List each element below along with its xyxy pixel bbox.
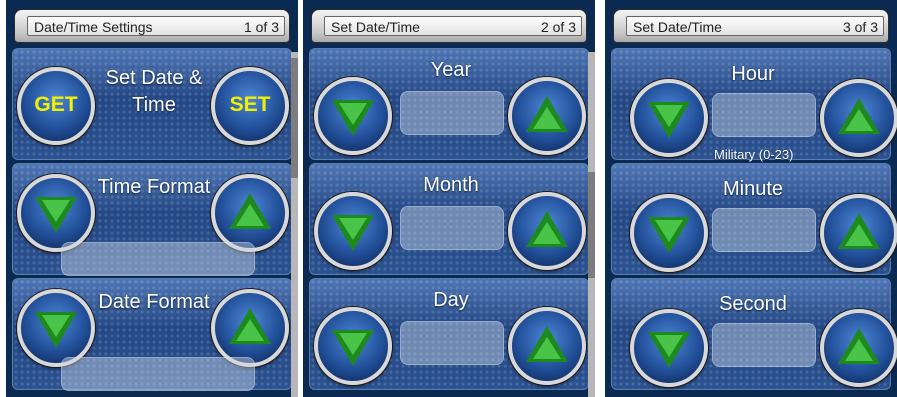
minute-increase-button[interactable]	[820, 194, 897, 272]
up-arrow-icon	[526, 211, 568, 247]
down-arrow-icon	[648, 217, 690, 253]
set-button[interactable]: SET	[211, 67, 289, 145]
panel-header: Date/Time Settings 1 of 3	[14, 9, 290, 43]
up-arrow-icon	[526, 326, 568, 362]
date-format-value-field	[61, 357, 255, 391]
year-label: Year	[430, 59, 472, 81]
down-arrow-icon	[332, 215, 374, 251]
time-format-value-field	[61, 242, 255, 276]
month-section: Month	[309, 163, 589, 275]
get-button[interactable]: GET	[17, 67, 95, 145]
panel-header-bar: Date/Time Settings 1 of 3	[27, 16, 285, 36]
hour-value-field	[712, 93, 816, 137]
scrollbar[interactable]	[588, 52, 595, 397]
down-arrow-icon	[648, 102, 690, 138]
panel-title: Set Date/Time	[633, 19, 722, 35]
scrollbar[interactable]	[291, 52, 298, 397]
second-section: Second	[611, 278, 897, 390]
panel-title: Set Date/Time	[331, 19, 420, 35]
day-increase-button[interactable]	[508, 307, 586, 385]
year-value-field	[400, 91, 504, 135]
settings-panel-3: Set Date/Time 3 of 3 Hour Military (0-23…	[605, 0, 897, 397]
year-section: Year	[309, 48, 589, 160]
get-button-label: GET	[34, 93, 78, 116]
day-decrease-button[interactable]	[314, 307, 392, 385]
page-indicator: 3 of 3	[842, 19, 878, 35]
down-arrow-icon	[332, 100, 374, 136]
up-arrow-icon	[526, 96, 568, 132]
day-section: Day	[309, 278, 589, 390]
minute-label: Minute	[722, 178, 784, 200]
second-label: Second	[719, 293, 787, 315]
hour-section: Hour Military (0-23)	[611, 48, 897, 162]
minute-decrease-button[interactable]	[630, 194, 708, 272]
scrollbar-thumb[interactable]	[588, 172, 595, 278]
year-increase-button[interactable]	[508, 77, 586, 155]
up-arrow-icon	[838, 213, 880, 249]
time-format-section: Time Format	[12, 163, 292, 276]
set-date-time-label: Set Date & Time	[105, 67, 203, 116]
time-format-label: Time Format	[97, 176, 211, 198]
panel-content: GET Set Date & Time SET Time Format Date…	[12, 48, 292, 397]
up-arrow-icon	[229, 308, 271, 344]
minute-value-field	[712, 208, 816, 252]
hour-increase-button[interactable]	[820, 79, 897, 157]
month-decrease-button[interactable]	[314, 192, 392, 270]
down-arrow-icon	[35, 312, 77, 348]
month-label: Month	[423, 174, 479, 196]
panel-header: Set Date/Time 2 of 3	[311, 9, 587, 43]
month-value-field	[400, 206, 504, 250]
second-increase-button[interactable]	[820, 309, 897, 387]
second-value-field	[712, 323, 816, 367]
panel-header: Set Date/Time 3 of 3	[613, 9, 889, 43]
page-indicator: 2 of 3	[540, 19, 576, 35]
up-arrow-icon	[838, 328, 880, 364]
set-button-label: SET	[229, 93, 271, 116]
page-indicator: 1 of 3	[243, 19, 279, 35]
up-arrow-icon	[838, 98, 880, 134]
down-arrow-icon	[35, 197, 77, 233]
panel-title: Date/Time Settings	[34, 19, 153, 35]
panel-header-bar: Set Date/Time 3 of 3	[626, 16, 884, 36]
month-increase-button[interactable]	[508, 192, 586, 270]
hour-label: Hour	[731, 63, 775, 85]
day-value-field	[400, 321, 504, 365]
up-arrow-icon	[229, 193, 271, 229]
panel-content: Hour Military (0-23) Minute Second	[611, 48, 897, 397]
date-format-section: Date Format	[12, 278, 292, 391]
down-arrow-icon	[648, 332, 690, 368]
minute-section: Minute	[611, 163, 897, 275]
settings-panel-1: Date/Time Settings 1 of 3 GET Set Date &…	[6, 0, 298, 397]
date-format-decrease-button[interactable]	[17, 289, 95, 367]
time-format-decrease-button[interactable]	[17, 174, 95, 252]
panel-content: Year Month Day	[309, 48, 589, 397]
day-label: Day	[433, 289, 469, 311]
second-decrease-button[interactable]	[630, 309, 708, 387]
date-format-label: Date Format	[98, 291, 210, 313]
set-date-time-section: GET Set Date & Time SET	[12, 48, 292, 160]
year-decrease-button[interactable]	[314, 77, 392, 155]
hour-hint-text: Military (0-23)	[714, 147, 794, 162]
settings-panel-2: Set Date/Time 2 of 3 Year Month Day	[303, 0, 595, 397]
panel-header-bar: Set Date/Time 2 of 3	[324, 16, 582, 36]
down-arrow-icon	[332, 330, 374, 366]
time-format-increase-button[interactable]	[211, 174, 289, 252]
date-format-increase-button[interactable]	[211, 289, 289, 367]
hour-decrease-button[interactable]	[630, 79, 708, 157]
scrollbar-thumb[interactable]	[291, 58, 298, 178]
